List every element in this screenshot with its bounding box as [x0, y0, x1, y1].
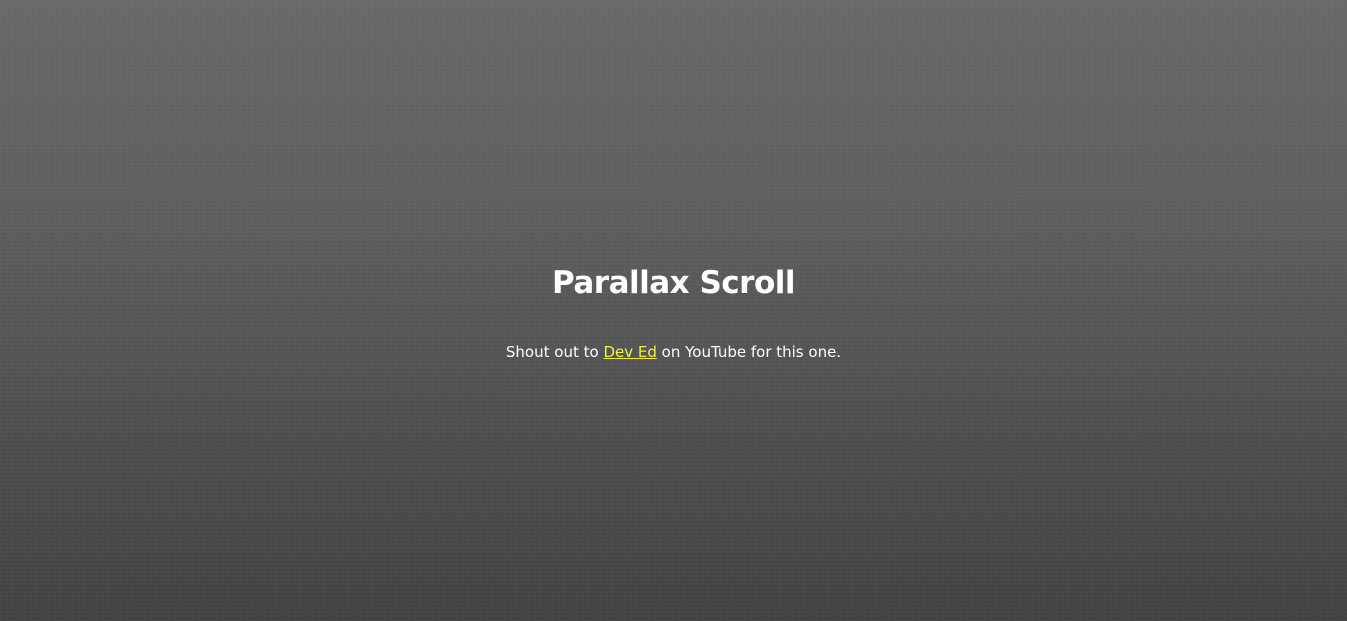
page-title: Parallax Scroll	[551, 265, 796, 301]
hero-section: Parallax Scroll Shout out to Dev Ed on Y…	[0, 0, 1347, 621]
hero-subtitle: Shout out to Dev Ed on YouTube for this …	[0, 342, 1347, 362]
subtitle-text-after: on YouTube for this one.	[656, 343, 842, 361]
subtitle-text-before: Shout out to	[505, 343, 604, 361]
hero-content: Parallax Scroll Shout out to Dev Ed on Y…	[0, 258, 1347, 362]
dev-ed-link[interactable]: Dev Ed	[603, 343, 656, 361]
